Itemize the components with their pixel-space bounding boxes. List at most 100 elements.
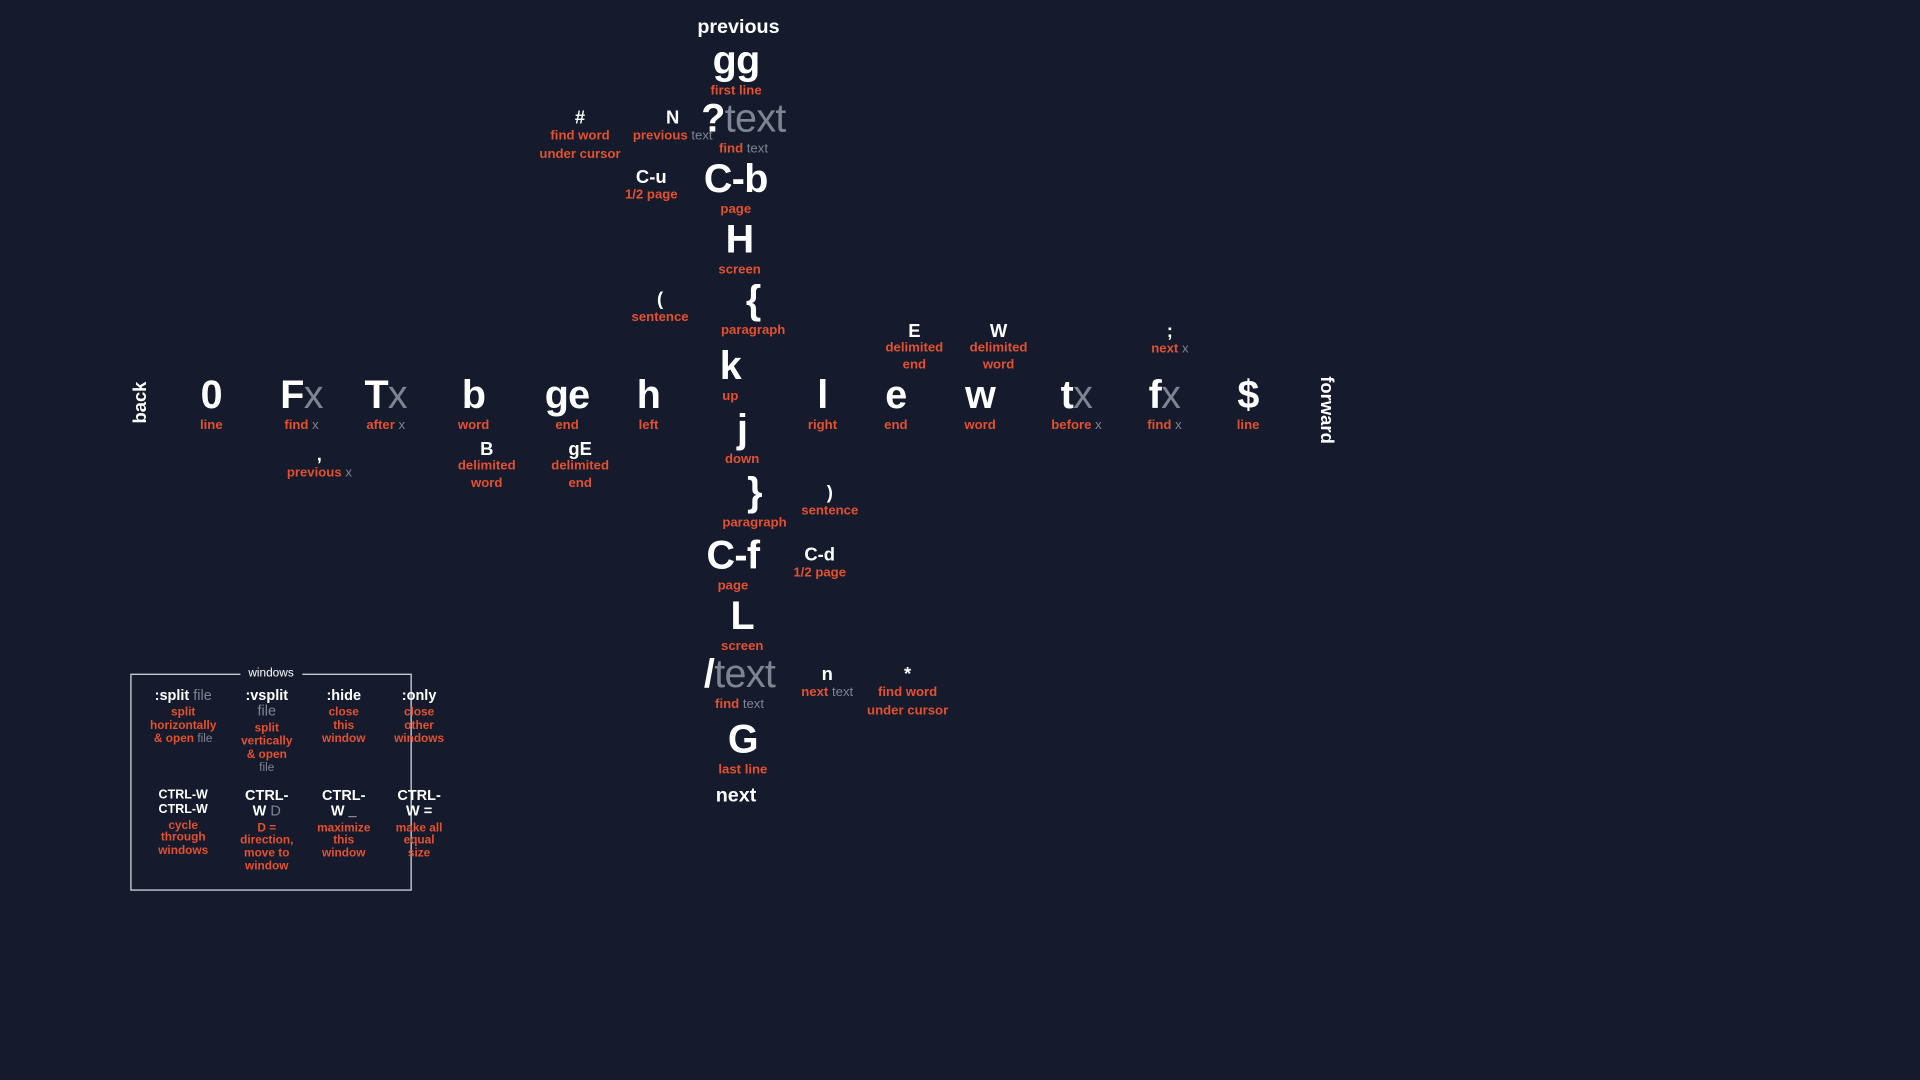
- key-label: ,: [317, 445, 322, 463]
- key-label: Tx: [364, 376, 407, 415]
- key-label: tx: [1061, 376, 1093, 415]
- key-desc: next text: [801, 685, 853, 700]
- key-label: ): [827, 483, 833, 501]
- key-L: L screen: [721, 597, 763, 654]
- key-desc: line: [1237, 418, 1260, 433]
- key-label: l: [817, 376, 827, 415]
- axis-forward: forward: [1317, 376, 1338, 444]
- key-desc: find x: [284, 418, 318, 433]
- key-desc: find text: [719, 142, 768, 157]
- key-label: n: [822, 664, 833, 682]
- windows-item: :hide close thiswindow: [317, 688, 370, 774]
- key-desc-1: delimited: [458, 460, 516, 474]
- key-t: tx before x: [1051, 376, 1101, 433]
- key-Cu: C-u 1/2 page: [625, 167, 678, 203]
- key-desc: right: [808, 418, 837, 433]
- key-label: C-u: [636, 167, 667, 185]
- key-H: H screen: [718, 221, 760, 278]
- key-desc: word: [964, 418, 995, 433]
- key-desc-2: under cursor: [539, 147, 620, 162]
- key-j: j down: [725, 410, 759, 467]
- key-comma: , previous x: [287, 445, 352, 481]
- key-label: /text: [704, 655, 775, 694]
- key-desc-2: word: [471, 477, 502, 491]
- key-label: C-d: [804, 545, 835, 563]
- key-desc: previous x: [287, 466, 352, 481]
- key-desc: down: [725, 453, 759, 468]
- key-desc: screen: [718, 263, 760, 278]
- key-label: G: [728, 721, 758, 760]
- key-slashtext: /text find text: [704, 655, 775, 712]
- key-desc: sentence: [801, 504, 858, 519]
- key-k: k up: [720, 347, 741, 404]
- windows-item: :vsplit file split vertically& open file: [240, 688, 293, 774]
- key-T: Tx after x: [364, 376, 407, 433]
- key-desc: next x: [1151, 342, 1188, 357]
- key-w: w word: [964, 376, 995, 433]
- key-star: * find word under cursor: [867, 664, 948, 718]
- key-desc: word: [458, 418, 489, 433]
- key-desc: line: [200, 418, 223, 433]
- windows-panel: windows :split file split horizontally& …: [130, 674, 412, 891]
- key-e: e end: [884, 376, 907, 433]
- key-desc: sentence: [632, 311, 689, 326]
- key-desc: up: [722, 389, 738, 404]
- key-label: }: [747, 474, 762, 513]
- key-label: C-f: [707, 537, 760, 576]
- key-desc: find x: [1147, 418, 1181, 433]
- key-paren-open: ( sentence: [632, 289, 689, 325]
- key-label: N: [666, 108, 679, 126]
- key-paren-close: ) sentence: [801, 483, 858, 519]
- windows-item: :only close otherwindows: [394, 688, 444, 774]
- key-W: W delimited word: [970, 321, 1028, 372]
- key-b: b word: [458, 376, 489, 433]
- key-desc: before x: [1051, 418, 1101, 433]
- key-label: C-b: [704, 161, 768, 200]
- key-qtext: ?text find text: [701, 100, 785, 157]
- key-Cd: C-d 1/2 page: [793, 545, 846, 581]
- key-desc-1: delimited: [551, 460, 609, 474]
- key-F: Fx find x: [280, 376, 323, 433]
- key-brace-close: } paragraph: [722, 474, 786, 531]
- key-n: n next text: [801, 664, 853, 700]
- axis-back: back: [129, 382, 150, 424]
- key-hash: # find word under cursor: [539, 108, 620, 162]
- windows-grid: :split file split horizontally& open fil…: [150, 688, 392, 874]
- key-gg: gg first line: [710, 42, 761, 99]
- key-desc-2: under cursor: [867, 703, 948, 718]
- key-dollar: $ line: [1237, 376, 1260, 433]
- key-label: gE: [568, 439, 592, 457]
- key-label: (: [657, 289, 663, 307]
- key-desc-1: delimited: [970, 342, 1028, 356]
- key-desc: end: [884, 418, 907, 433]
- key-semicolon: ; next x: [1151, 321, 1188, 357]
- windows-item: CTRL-W _ maximizethis window: [317, 788, 370, 874]
- windows-item: CTRL-W = make allequal size: [394, 788, 444, 874]
- key-label: b: [462, 376, 485, 415]
- key-Cb: C-b page: [704, 161, 768, 218]
- key-desc: end: [555, 418, 578, 433]
- key-label: L: [730, 597, 753, 636]
- key-desc-1: delimited: [885, 342, 943, 356]
- key-Cf: C-f page: [707, 537, 760, 594]
- key-desc: last line: [718, 763, 767, 778]
- key-label: j: [737, 410, 747, 449]
- key-desc: after x: [366, 418, 405, 433]
- key-label: B: [480, 439, 493, 457]
- key-label: e: [885, 376, 906, 415]
- key-desc-2: end: [568, 477, 591, 491]
- key-label: $: [1237, 376, 1258, 415]
- key-label: w: [965, 376, 995, 415]
- windows-item: CTRL-W CTRL-W cycle throughwindows: [150, 788, 216, 874]
- key-E: E delimited end: [885, 321, 943, 372]
- key-B: B delimited word: [458, 439, 516, 490]
- key-desc: find text: [715, 697, 764, 712]
- key-ge: ge end: [545, 376, 590, 433]
- key-desc: page: [720, 203, 751, 218]
- key-label: ;: [1167, 321, 1173, 339]
- key-label: ?text: [701, 100, 785, 139]
- key-f: fx find x: [1147, 376, 1181, 433]
- key-desc: paragraph: [721, 324, 785, 339]
- key-label: h: [637, 376, 660, 415]
- windows-item: :split file split horizontally& open fil…: [150, 688, 216, 774]
